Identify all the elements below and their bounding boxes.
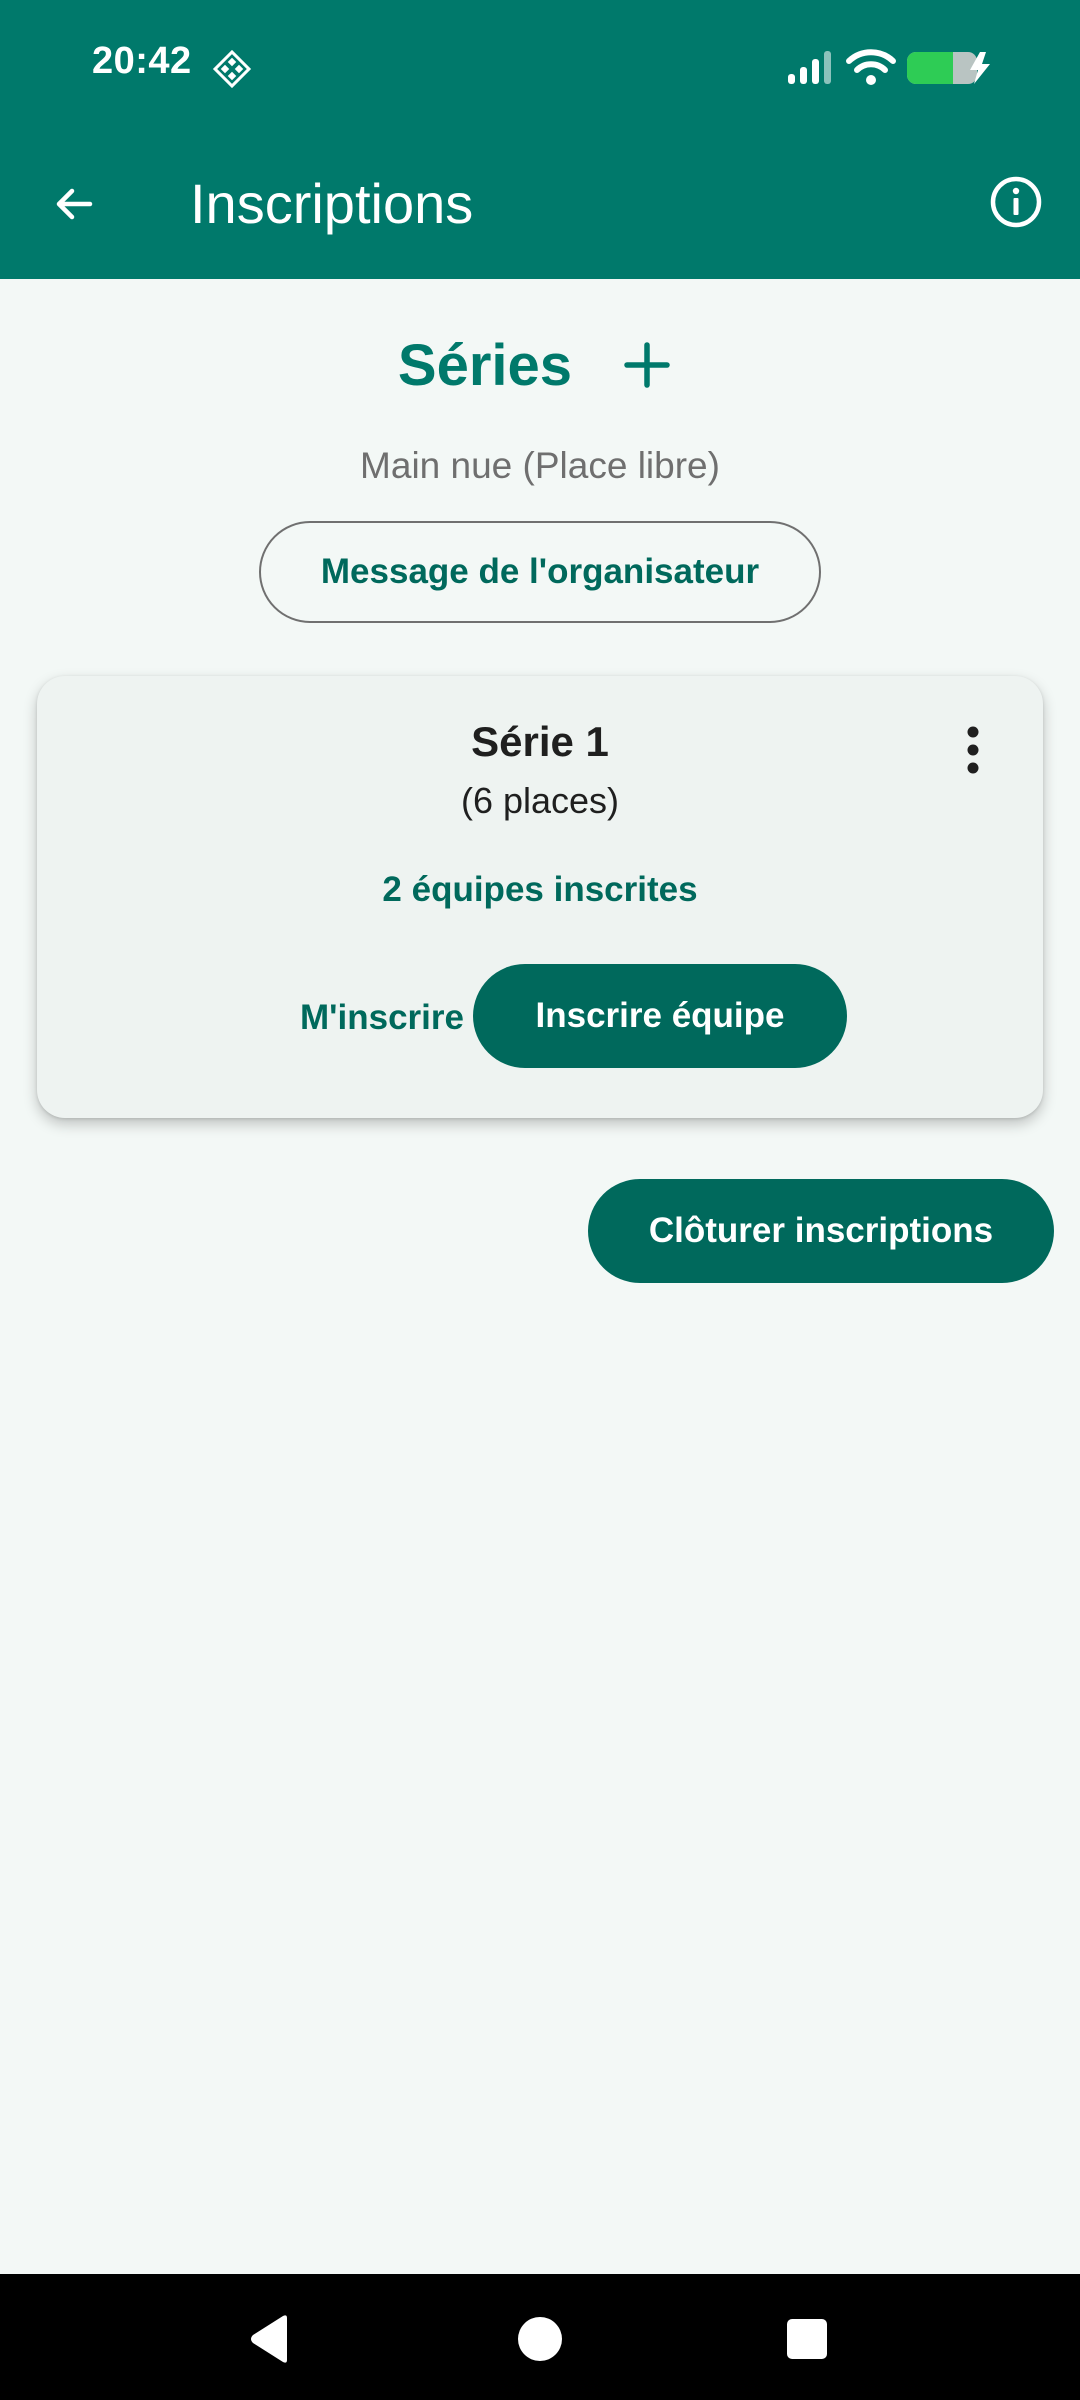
close-registrations-label: Clôturer inscriptions <box>648 1211 994 1250</box>
nav-home-icon <box>518 2317 562 2361</box>
arrow-back-icon <box>56 188 93 220</box>
status-time: 20:42 <box>92 40 192 82</box>
plus-icon <box>624 342 670 388</box>
register-team-label: Inscrire équipe <box>535 996 785 1035</box>
more-vertical-icon <box>967 726 979 774</box>
series-card: Série 1 (6 places) 2 équipes inscrites M… <box>37 676 1043 1118</box>
app-bar: Inscriptions <box>0 134 1080 279</box>
status-bar: 20:42 <box>0 0 1080 134</box>
add-series-button[interactable] <box>612 330 682 400</box>
organizer-message-button[interactable]: Message de l'organisateur <box>259 521 821 623</box>
nav-recents-button[interactable] <box>772 2304 842 2374</box>
page-title: Inscriptions <box>190 172 474 235</box>
register-me-button[interactable]: M'inscrire <box>257 966 507 1070</box>
register-team-button[interactable]: Inscrire équipe <box>473 964 847 1068</box>
wifi-icon <box>846 49 896 85</box>
nav-recents-icon <box>787 2319 827 2359</box>
register-me-label: M'inscrire <box>300 998 464 1037</box>
series-subtitle: Main nue (Place libre) <box>360 445 720 486</box>
nav-back-icon <box>251 2315 287 2363</box>
organizer-message-label: Message de l'organisateur <box>320 552 760 591</box>
card-places: (6 places) <box>460 780 620 821</box>
back-button[interactable] <box>42 172 106 236</box>
card-title: Série 1 <box>471 718 609 765</box>
card-menu-button[interactable] <box>943 712 1003 788</box>
signal-icon <box>788 51 831 84</box>
series-header: Séries <box>0 330 1080 400</box>
nav-home-button[interactable] <box>505 2304 575 2374</box>
series-title: Séries <box>397 332 573 398</box>
close-registrations-button[interactable]: Clôturer inscriptions <box>588 1179 1054 1283</box>
nav-back-button[interactable] <box>234 2304 304 2374</box>
navigation-bar <box>0 2274 1080 2400</box>
screen: 20:42 Inscriptions Séries Main nue (Plac… <box>0 0 1080 2400</box>
diamond-grid-icon <box>212 49 252 89</box>
teams-registered-link[interactable]: 2 équipes inscrites <box>37 870 1043 910</box>
info-button[interactable] <box>984 170 1048 234</box>
battery-charging-icon <box>907 52 990 84</box>
info-icon <box>990 176 1042 228</box>
